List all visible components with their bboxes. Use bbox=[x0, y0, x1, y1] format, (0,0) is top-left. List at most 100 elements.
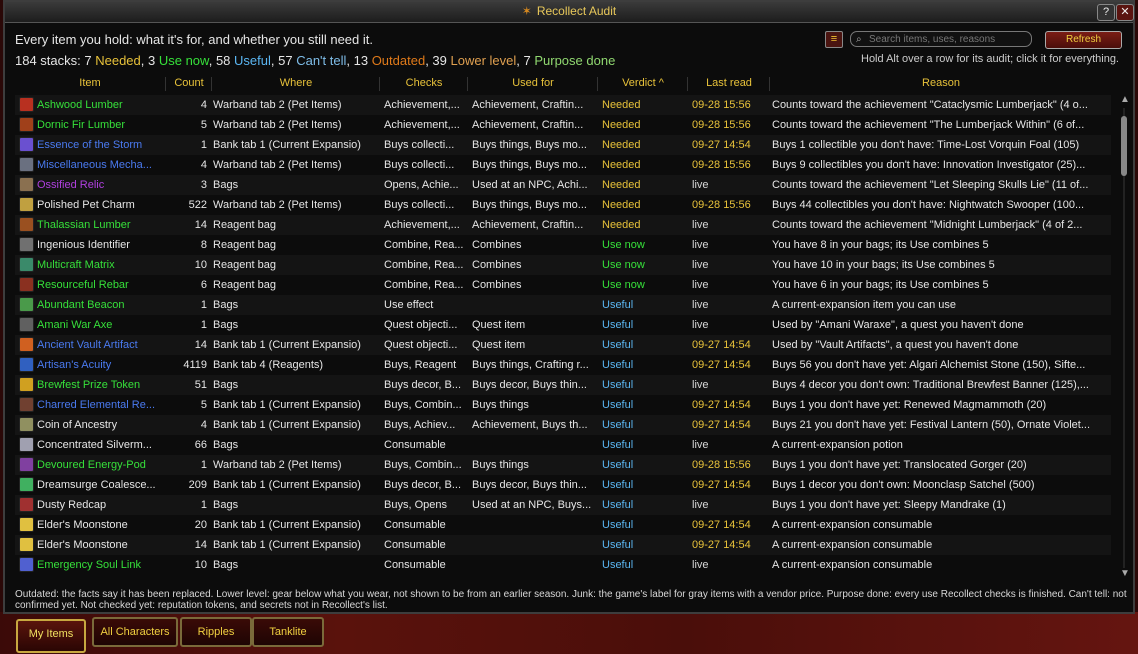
cell-reason: Used by "Vault Artifacts", a quest you h… bbox=[772, 339, 1019, 351]
tab-ripples[interactable]: Ripples bbox=[180, 617, 252, 647]
cell-checks: Combine, Rea... bbox=[384, 259, 464, 271]
table-row[interactable]: Abundant Beacon 1 Bags Use effect Useful live… bbox=[15, 295, 1111, 315]
cell-checks: Combine, Rea... bbox=[384, 279, 464, 291]
table-row[interactable]: Coin of Ancestry 4 Bank tab 1 (Current Exp… bbox=[15, 415, 1111, 435]
tab-my-items[interactable]: My Items bbox=[16, 619, 86, 653]
table-row[interactable]: Elder's Moonstone 20 Bank tab 1 (Current E… bbox=[15, 515, 1111, 535]
scroll-thumb[interactable] bbox=[1121, 116, 1127, 176]
header-usedfor[interactable]: Used for bbox=[469, 77, 598, 91]
header-reason[interactable]: Reason bbox=[771, 77, 1111, 91]
cell-reason: Buys 1 you don't have yet: Translocated … bbox=[772, 459, 1027, 471]
table-row[interactable]: Polished Pet Charm 522 Warband tab 2 (Pet … bbox=[15, 195, 1111, 215]
table-row[interactable]: Emergency Soul Link 10 Bags Consumable Usefu… bbox=[15, 555, 1111, 575]
cell-where: Bank tab 1 (Current Expansio) bbox=[213, 419, 361, 431]
cell-verdict: Useful bbox=[602, 419, 634, 431]
scroll-down-icon[interactable]: ▼ bbox=[1119, 568, 1131, 579]
cell-usedfor: Used at an NPC, Buys... bbox=[472, 499, 592, 511]
refresh-button[interactable]: Refresh bbox=[1045, 31, 1122, 49]
item-icon bbox=[19, 457, 34, 472]
table-row[interactable]: Ancient Vault Artifact 14 Bank tab 1 (Curr… bbox=[15, 335, 1111, 355]
cell-where: Reagent bag bbox=[213, 239, 276, 251]
title-bar[interactable]: ✶ Recollect Audit ? ✕ bbox=[5, 2, 1134, 23]
table-row[interactable]: Concentrated Silverm... 66 Bags Consumable U… bbox=[15, 435, 1111, 455]
table-row[interactable]: Amani War Axe 1 Bags Quest objecti... Quest … bbox=[15, 315, 1111, 335]
table-row[interactable]: Dreamsurge Coalesce... 209 Bank tab 1 (Cur… bbox=[15, 475, 1111, 495]
intro-text: Every item you hold: what it's for, and … bbox=[15, 32, 373, 47]
cell-where: Warband tab 2 (Pet Items) bbox=[213, 459, 342, 471]
cell-item: Thalassian Lumber bbox=[37, 219, 131, 231]
cell-usedfor: Achievement, Craftin... bbox=[472, 99, 584, 111]
table-row[interactable]: Dusty Redcap 1 Bags Buys, Opens Used at an N… bbox=[15, 495, 1111, 515]
cell-where: Bank tab 1 (Current Expansio) bbox=[213, 479, 361, 491]
table-row[interactable]: Resourceful Rebar 6 Reagent bag Combine, Re… bbox=[15, 275, 1111, 295]
table-row[interactable]: Ossified Relic 3 Bags Opens, Achie... Used a… bbox=[15, 175, 1111, 195]
summary-purpose: Purpose done bbox=[534, 53, 616, 68]
cell-usedfor: Quest item bbox=[472, 339, 526, 351]
table-row[interactable]: Devoured Energy-Pod 1 Warband tab 2 (Pet I… bbox=[15, 455, 1111, 475]
cell-reason: A current-expansion potion bbox=[772, 439, 903, 451]
cell-lastread: live bbox=[692, 379, 709, 391]
table-row[interactable]: Ashwood Lumber 4 Warband tab 2 (Pet Items)… bbox=[15, 95, 1111, 115]
cell-checks: Consumable bbox=[384, 519, 446, 531]
cell-lastread: 09-27 14:54 bbox=[692, 479, 751, 491]
cell-verdict: Use now bbox=[602, 279, 645, 291]
cell-item: Coin of Ancestry bbox=[37, 419, 118, 431]
table-row[interactable]: Ingenious Identifier 8 Reagent bag Combine,… bbox=[15, 235, 1111, 255]
cell-usedfor: Achievement, Craftin... bbox=[472, 219, 584, 231]
cell-verdict: Useful bbox=[602, 539, 634, 551]
cell-item: Multicraft Matrix bbox=[37, 259, 115, 271]
cell-reason: Buys 9 collectibles you don't have: Inno… bbox=[772, 159, 1086, 171]
table-row[interactable]: Brewfest Prize Token 51 Bags Buys decor, B.… bbox=[15, 375, 1111, 395]
table-row[interactable]: Dornic Fir Lumber 5 Warband tab 2 (Pet Ite… bbox=[15, 115, 1111, 135]
cell-usedfor: Used at an NPC, Achi... bbox=[472, 179, 588, 191]
scroll-up-icon[interactable]: ▲ bbox=[1119, 94, 1131, 105]
cell-count: 10 bbox=[194, 259, 207, 271]
table-row[interactable]: Charred Elemental Re... 5 Bank tab 1 (Curr… bbox=[15, 395, 1111, 415]
cell-lastread: 09-27 14:54 bbox=[692, 519, 751, 531]
cell-count: 4 bbox=[200, 159, 207, 171]
cell-item: Ashwood Lumber bbox=[37, 99, 123, 111]
help-button[interactable]: ? bbox=[1097, 4, 1115, 21]
item-icon bbox=[19, 297, 34, 312]
cell-verdict: Useful bbox=[602, 519, 634, 531]
cell-count: 66 bbox=[194, 439, 207, 451]
cell-verdict: Needed bbox=[602, 119, 641, 131]
cell-checks: Achievement,... bbox=[384, 119, 460, 131]
cell-checks: Quest objecti... bbox=[384, 319, 458, 331]
table-row[interactable]: Thalassian Lumber 14 Reagent bag Achievemen… bbox=[15, 215, 1111, 235]
table-row[interactable]: Essence of the Storm 1 Bank tab 1 (Current… bbox=[15, 135, 1111, 155]
summary-usenow: Use now bbox=[158, 53, 209, 68]
cell-reason: Counts toward the achievement "Cataclysm… bbox=[772, 99, 1088, 111]
cell-item: Amani War Axe bbox=[37, 319, 113, 331]
header-verdict[interactable]: Verdict ^ bbox=[599, 77, 688, 91]
cell-lastread: live bbox=[692, 279, 709, 291]
close-button[interactable]: ✕ bbox=[1116, 4, 1134, 21]
header-where[interactable]: Where bbox=[213, 77, 380, 91]
header-checks[interactable]: Checks bbox=[381, 77, 468, 91]
cell-count: 1 bbox=[200, 319, 207, 331]
cell-verdict: Needed bbox=[602, 179, 641, 191]
cell-where: Bags bbox=[213, 379, 239, 391]
table-row[interactable]: Elder's Moonstone 14 Bank tab 1 (Current E… bbox=[15, 535, 1111, 555]
search-input[interactable]: ⌕ Search items, uses, reasons bbox=[850, 31, 1032, 47]
cell-item: Polished Pet Charm bbox=[37, 199, 135, 211]
cell-usedfor: Buys decor, Buys thin... bbox=[472, 379, 587, 391]
cell-item: Essence of the Storm bbox=[37, 139, 143, 151]
tab-tanklite[interactable]: Tanklite bbox=[252, 617, 324, 647]
cell-verdict: Useful bbox=[602, 439, 634, 451]
scrollbar[interactable]: ▲ ▼ bbox=[1117, 94, 1133, 582]
cell-where: Bank tab 1 (Current Expansio) bbox=[213, 539, 361, 551]
header-count[interactable]: Count bbox=[167, 77, 212, 91]
filter-icon[interactable]: ≡ bbox=[825, 31, 843, 48]
search-placeholder: Search items, uses, reasons bbox=[869, 34, 996, 45]
cell-checks: Buys, Achiev... bbox=[384, 419, 456, 431]
header-item[interactable]: Item bbox=[15, 77, 166, 91]
cell-checks: Achievement,... bbox=[384, 219, 460, 231]
header-lastread[interactable]: Last read bbox=[689, 77, 770, 91]
tab-all-characters[interactable]: All Characters bbox=[92, 617, 178, 647]
table-row[interactable]: Artisan's Acuity 4119 Bank tab 4 (Reagents… bbox=[15, 355, 1111, 375]
table-row[interactable]: Multicraft Matrix 10 Reagent bag Combine, R… bbox=[15, 255, 1111, 275]
item-icon bbox=[19, 317, 34, 332]
item-icon bbox=[19, 517, 34, 532]
table-row[interactable]: Miscellaneous Mecha... 4 Warband tab 2 (Pe… bbox=[15, 155, 1111, 175]
